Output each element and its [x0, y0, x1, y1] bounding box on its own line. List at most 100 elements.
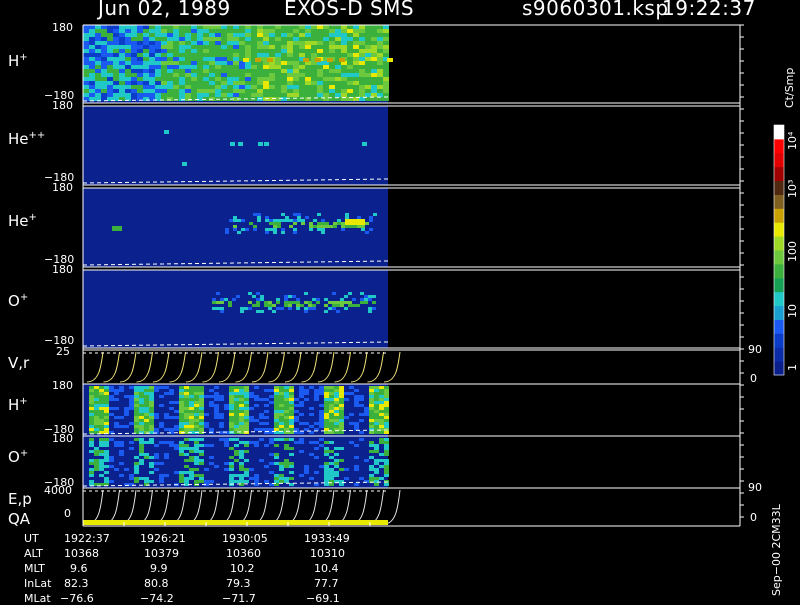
spectrogram-cell: [164, 428, 169, 431]
spectrogram-cell: [371, 41, 377, 45]
spectrogram-cell: [294, 441, 299, 444]
spectrogram-cell: [238, 142, 243, 146]
spectrogram-cell: [275, 73, 281, 77]
spectrogram-cell: [245, 45, 251, 49]
spectrogram-cell: [374, 407, 379, 410]
trace-line: [103, 351, 120, 383]
spectrogram-cell: [299, 29, 305, 33]
spectrogram-cell: [194, 413, 199, 416]
spectrogram-cell: [359, 438, 364, 441]
spectrogram-cell: [379, 453, 384, 456]
spectrogram-cell: [155, 69, 161, 73]
spectrogram-cell: [279, 404, 284, 407]
spectrogram-cell: [275, 49, 281, 53]
spectrogram-cell: [368, 307, 372, 310]
spectrogram-cell: [209, 462, 214, 465]
spectrogram-cell: [149, 389, 154, 392]
spectrogram-cell: [269, 395, 274, 398]
spectrogram-cell: [131, 37, 137, 41]
spectrogram-cell: [365, 33, 371, 37]
spectrogram-cell: [257, 37, 263, 41]
spectrogram-cell: [89, 33, 95, 37]
spectrogram-cell: [269, 401, 274, 404]
spectrogram-cell: [329, 392, 334, 395]
trace-line: [251, 351, 269, 383]
spectrogram-cell: [335, 41, 341, 45]
colorbar-tick: 100: [786, 241, 799, 262]
spectrogram-cell: [334, 447, 339, 450]
spectrogram-cell: [179, 85, 185, 89]
spectrogram-cell: [249, 395, 254, 398]
spectrogram-cell: [364, 459, 369, 462]
spectrogram-cell: [131, 69, 137, 73]
spectrogram-cell: [329, 389, 334, 392]
spectrogram-cell: [221, 33, 227, 37]
spectrogram-cell: [139, 453, 144, 456]
spectrogram-cell: [109, 459, 114, 462]
spectrogram-cell: [134, 404, 139, 407]
spectrogram-cell: [253, 225, 257, 228]
spectrogram-cell: [305, 29, 311, 33]
spectrogram-cell: [352, 298, 356, 301]
spectrogram-cell: [296, 307, 300, 310]
spectrogram-cell: [319, 438, 324, 441]
spectrogram-cell: [239, 29, 245, 33]
spectrogram-cell: [155, 49, 161, 53]
spectrogram-cell: [94, 447, 99, 450]
spectrogram-cell: [239, 422, 244, 425]
spectrogram-cell: [357, 225, 361, 228]
spectrogram-cell: [359, 419, 364, 422]
spectrogram-cell: [305, 69, 311, 73]
spectrogram-cell: [284, 425, 289, 428]
spectrogram-cell: [332, 292, 336, 295]
spectrogram-cell: [264, 444, 269, 447]
spectrogram-cell: [209, 428, 214, 431]
spectrogram-cell: [104, 389, 109, 392]
spectrogram-cell: [384, 413, 389, 416]
spectrogram-cell: [254, 404, 259, 407]
spectrogram-cell: [244, 398, 249, 401]
spectrogram-cell: [359, 93, 365, 97]
spectrogram-cell: [164, 130, 169, 134]
spectrogram-cell: [191, 49, 197, 53]
spectrogram-cell: [259, 416, 264, 419]
spectrogram-cell: [341, 228, 345, 231]
spectrogram-cell: [101, 25, 107, 29]
spectrogram-cell: [125, 41, 131, 45]
spectrogram-cell: [185, 89, 191, 93]
spectrogram-cell: [131, 65, 137, 69]
spectrogram-cell: [353, 57, 359, 61]
spectrogram-cell: [137, 57, 143, 61]
spectrogram-cell: [184, 398, 189, 401]
spectrogram-cell: [159, 425, 164, 428]
spectrogram-cell: [89, 474, 94, 477]
spectrogram-cell: [94, 462, 99, 465]
spectrogram-cell: [353, 61, 359, 65]
spectrogram-cell: [124, 468, 129, 471]
spectrogram-cell: [325, 225, 329, 228]
spectrogram-cell: [167, 89, 173, 93]
spectrogram-cell: [239, 398, 244, 401]
spectrogram-cell: [384, 450, 389, 453]
spectrogram-cell: [179, 386, 184, 389]
spectrogram-cell: [144, 401, 149, 404]
spectrogram-cell: [119, 389, 124, 392]
spectrogram-cell: [264, 480, 269, 483]
spectrogram-cell: [334, 465, 339, 468]
spectrogram-cell: [112, 226, 122, 231]
spectrogram-cell: [377, 41, 383, 45]
spectrogram-cell: [258, 142, 263, 146]
spectrogram-cell: [155, 85, 161, 89]
spectrogram-cell: [354, 468, 359, 471]
spectrogram-cell: [244, 413, 249, 416]
spectrogram-cell: [384, 407, 389, 410]
spectrogram-cell: [284, 422, 289, 425]
spectrogram-cell: [199, 453, 204, 456]
spectrogram-cell: [263, 41, 269, 45]
spectrogram-cell: [167, 65, 173, 69]
spectrogram-cell: [254, 419, 259, 422]
spectrogram-cell: [89, 41, 95, 45]
spectrogram-cell: [104, 392, 109, 395]
spectrogram-cell: [365, 93, 371, 97]
spectrogram-cell: [95, 69, 101, 73]
